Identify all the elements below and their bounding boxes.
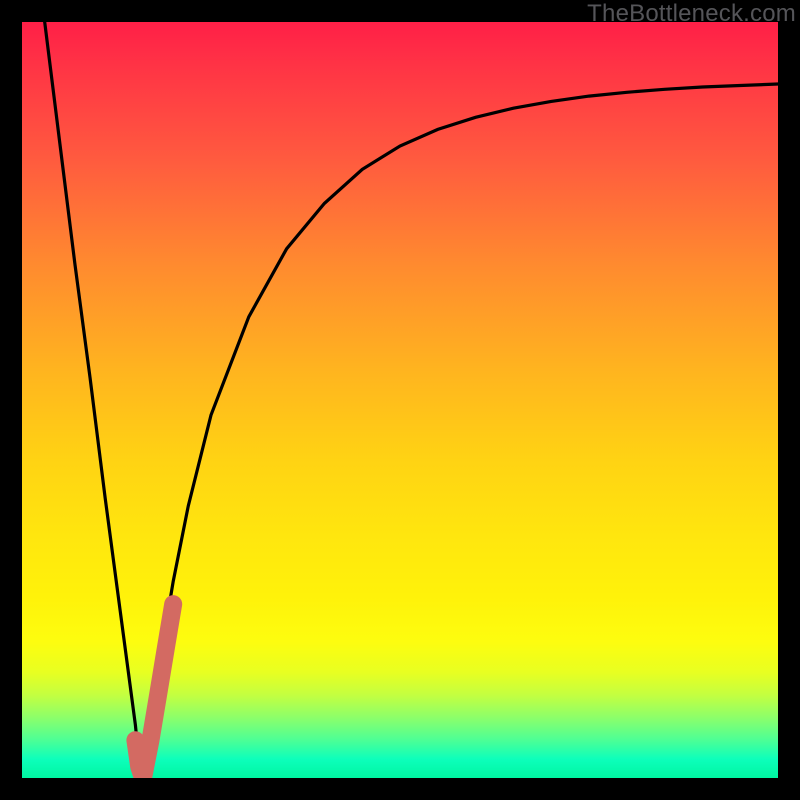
watermark-text: TheBottleneck.com xyxy=(587,0,796,28)
chart-frame: TheBottleneck.com xyxy=(0,0,800,800)
plot-area xyxy=(22,22,778,778)
highlight-segment xyxy=(135,604,173,778)
curves-layer xyxy=(22,22,778,778)
